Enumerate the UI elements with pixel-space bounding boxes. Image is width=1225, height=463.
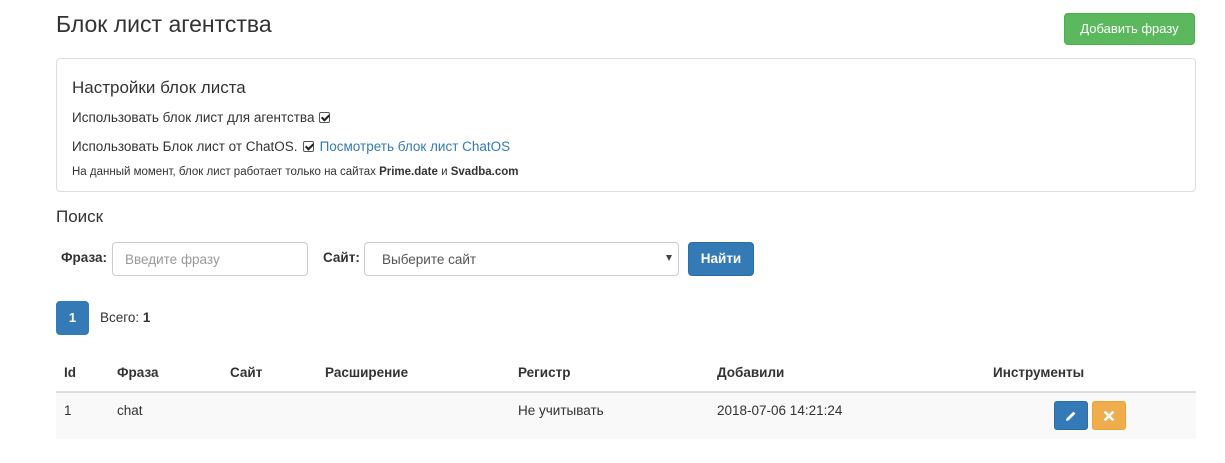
view-chatos-blocklist-link[interactable]: Посмотреть блок лист ChatOS: [320, 139, 511, 154]
header-tools: Инструменты: [993, 365, 1085, 380]
page-title: Блок лист агентства: [56, 11, 272, 37]
site-select[interactable]: Выберите сайт: [364, 242, 679, 276]
header-id: Id: [64, 365, 76, 380]
use-agency-label: Использовать блок лист для агентства: [72, 110, 315, 125]
total-value: 1: [142, 310, 151, 325]
caret-down-icon: [666, 255, 672, 261]
header-register: Регистр: [518, 365, 571, 380]
note-prefix: На данный момент, блок лист работает тол…: [72, 166, 376, 178]
site-select-value: Выберите сайт: [382, 251, 477, 267]
note-site-prime: Prime.date: [379, 166, 438, 178]
search-title: Поиск: [56, 207, 104, 226]
cell-register: Не учитывать: [518, 403, 604, 418]
site-label: Сайт:: [323, 250, 360, 265]
cell-id: 1: [64, 403, 72, 418]
use-agency-option: Использовать блок лист для агентства: [72, 110, 331, 125]
table-row: 1 chat Не учитывать 2018-07-06 14:21:24: [56, 393, 1196, 439]
blocklist-table: Id Фраза Сайт Расширение Регистр Добавил…: [56, 356, 1196, 439]
find-button[interactable]: Найти: [688, 242, 754, 276]
edit-button[interactable]: [1054, 401, 1088, 430]
pencil-icon: [1066, 411, 1076, 422]
header-added: Добавили: [717, 365, 785, 380]
header-extension: Расширение: [325, 365, 409, 380]
header-site: Сайт: [230, 365, 263, 380]
total-label: Всего:: [100, 310, 140, 325]
note-and: и: [441, 166, 448, 178]
use-chatos-checkbox[interactable]: [302, 141, 314, 152]
table-header: Id Фраза Сайт Расширение Регистр Добавил…: [56, 356, 1196, 393]
settings-panel: Настройки блок листа Использовать блок л…: [56, 58, 1196, 192]
header-phrase: Фраза: [117, 365, 159, 380]
settings-title: Настройки блок листа: [72, 78, 246, 97]
add-phrase-button[interactable]: Добавить фразу: [1064, 13, 1195, 45]
cell-added: 2018-07-06 14:21:24: [717, 403, 843, 418]
total-count: Всего: 1: [100, 310, 150, 325]
close-icon: [1103, 410, 1115, 422]
pagination-page-1[interactable]: 1: [56, 301, 89, 335]
use-chatos-option: Использовать Блок лист от ChatOS. Посмот…: [72, 139, 510, 154]
use-agency-checkbox[interactable]: [319, 112, 331, 123]
note-site-svadba: Svadba.com: [450, 166, 519, 178]
cell-phrase: chat: [117, 403, 143, 418]
phrase-input[interactable]: [112, 242, 308, 276]
delete-button[interactable]: [1092, 401, 1126, 430]
phrase-label: Фраза:: [61, 250, 107, 265]
settings-note: На данный момент, блок лист работает тол…: [72, 166, 518, 178]
use-chatos-label: Использовать Блок лист от ChatOS.: [72, 139, 298, 154]
